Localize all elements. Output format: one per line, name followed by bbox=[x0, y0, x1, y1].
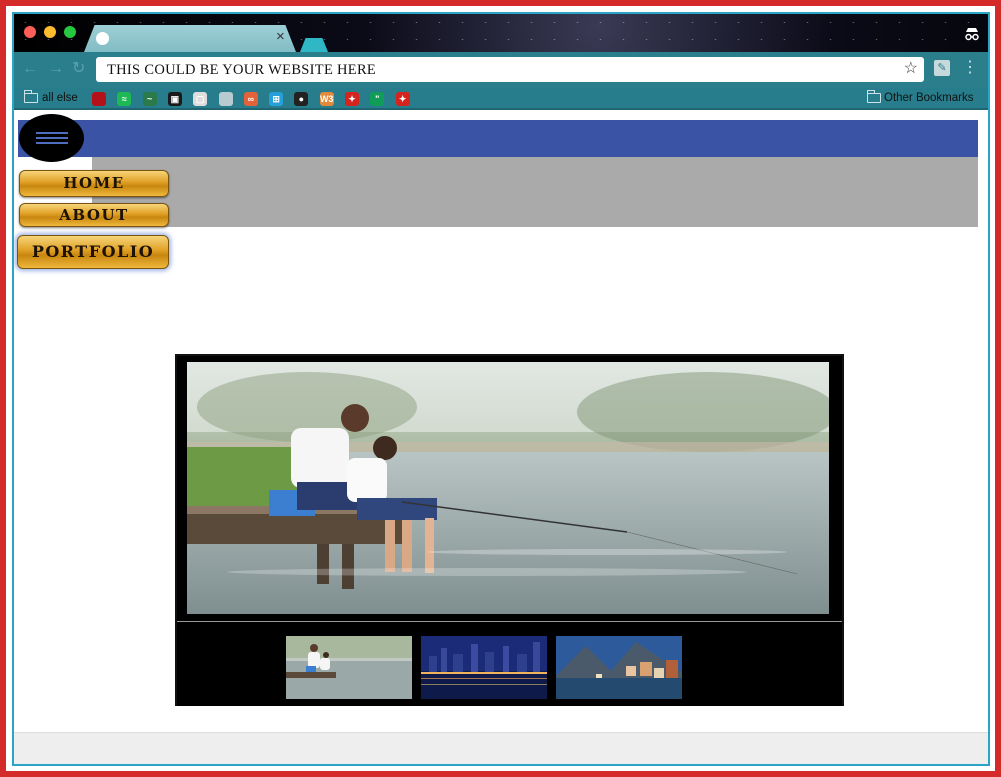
incognito-icon bbox=[964, 27, 980, 41]
tab-favicon-icon bbox=[96, 32, 109, 45]
minimize-window-button[interactable] bbox=[44, 26, 56, 38]
nav-about-button[interactable]: ABOUT bbox=[19, 203, 169, 227]
doc-icon[interactable] bbox=[218, 92, 233, 106]
menu-kebab-icon[interactable]: ⋮ bbox=[962, 59, 978, 77]
windows-icon[interactable]: ⊞ bbox=[269, 92, 284, 106]
hamburger-icon bbox=[36, 132, 68, 134]
close-window-button[interactable] bbox=[24, 26, 36, 38]
main-slide-image[interactable] bbox=[187, 362, 829, 614]
thumbnail-fishing[interactable] bbox=[286, 636, 412, 699]
folder-icon bbox=[24, 90, 38, 103]
forward-icon[interactable]: → bbox=[48, 61, 64, 77]
thumbnail-strip bbox=[177, 621, 842, 706]
bus-icon[interactable]: ▣ bbox=[167, 92, 182, 106]
back-icon[interactable]: ← bbox=[22, 61, 38, 77]
browser-toolbar: ← → ↻ THIS COULD BE YOUR WEBSITE HERE ☆ … bbox=[14, 52, 988, 88]
w3-icon[interactable]: W3 bbox=[319, 92, 334, 106]
hangouts-icon[interactable]: " bbox=[370, 92, 385, 106]
chain-icon[interactable]: ∞ bbox=[243, 92, 258, 106]
app-icon[interactable]: ▢ bbox=[193, 92, 208, 106]
thumbnail-mountain-village[interactable] bbox=[556, 636, 682, 699]
bookmark-star-icon[interactable]: ☆ bbox=[904, 60, 918, 78]
nav-portfolio-button[interactable]: PORTFOLIO bbox=[17, 235, 169, 269]
chart-icon[interactable]: ~ bbox=[142, 92, 157, 106]
active-tab[interactable] bbox=[84, 25, 296, 52]
image-slideshow bbox=[175, 354, 844, 706]
pinterest-icon[interactable] bbox=[92, 92, 106, 106]
maple-leaf-box-icon[interactable]: ✦ bbox=[395, 92, 410, 106]
address-bar-url[interactable]: THIS COULD BE YOUR WEBSITE HERE bbox=[107, 62, 376, 79]
browser-window: × ← → ↻ THIS COULD BE YOUR WEBSITE HERE … bbox=[12, 12, 990, 766]
thumbnail-city[interactable] bbox=[421, 636, 547, 699]
site-header bbox=[18, 120, 978, 157]
address-bar[interactable]: THIS COULD BE YOUR WEBSITE HERE ☆ bbox=[96, 57, 924, 82]
red-border-frame: × ← → ↻ THIS COULD BE YOUR WEBSITE HERE … bbox=[6, 6, 995, 771]
maple-leaf-icon[interactable]: ✦ bbox=[345, 92, 359, 106]
page-footer-bar bbox=[14, 732, 988, 764]
page-viewport: HOME ABOUT PORTFOLIO bbox=[14, 110, 988, 764]
extension-wrench-icon[interactable]: ✎ bbox=[934, 60, 950, 76]
spotify-icon[interactable]: ≈ bbox=[117, 92, 132, 106]
bookmark-all-else[interactable]: all else bbox=[42, 92, 78, 104]
maximize-window-button[interactable] bbox=[64, 26, 76, 38]
bookmark-other-bookmarks[interactable]: Other Bookmarks bbox=[884, 92, 973, 104]
record-icon[interactable]: ● bbox=[294, 92, 309, 106]
folder-icon bbox=[867, 90, 881, 103]
tab-close-icon[interactable]: × bbox=[276, 29, 285, 44]
hamburger-menu-button[interactable] bbox=[19, 114, 84, 162]
bookmarks-bar: all else ≈ ~ ▣ ▢ ∞ ⊞ ● W3 ✦ " ✦ Other Bookmarks bbox=[14, 88, 988, 110]
nav-home-button[interactable]: HOME bbox=[19, 170, 169, 197]
gray-band bbox=[92, 157, 978, 227]
reload-icon[interactable]: ↻ bbox=[72, 61, 85, 77]
